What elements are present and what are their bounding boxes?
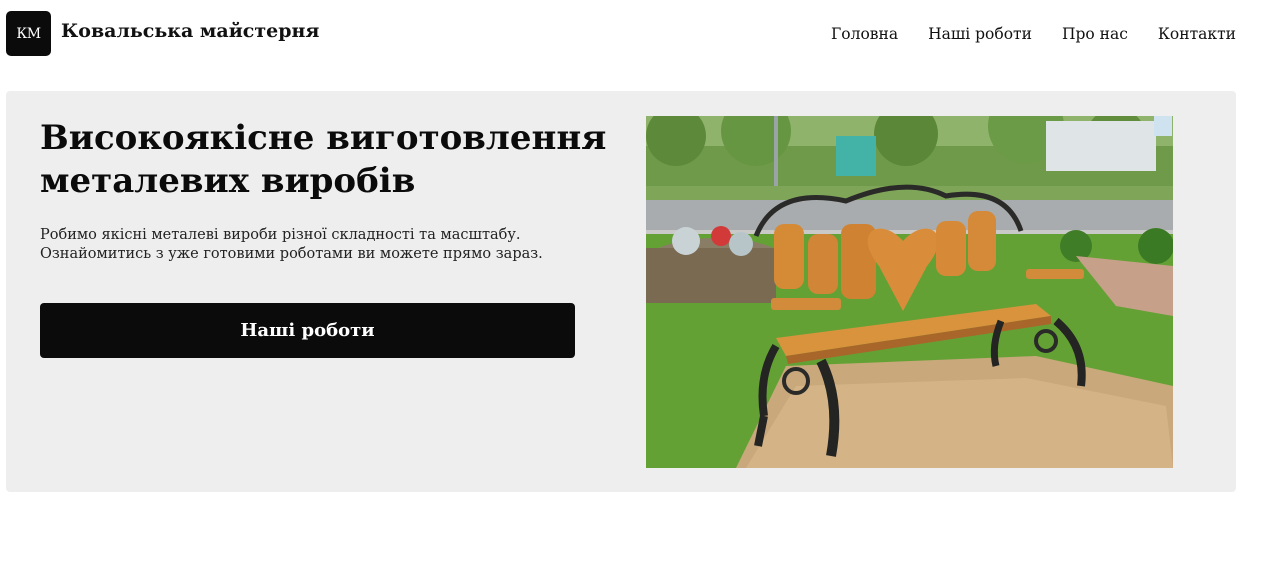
brand-name[interactable]: Ковальська майстерня [61, 20, 319, 42]
hero-title: Високоякісне виготовлення металевих виро… [40, 118, 607, 201]
logo-badge[interactable]: КМ [6, 11, 51, 56]
nav-link-home[interactable]: Головна [831, 25, 898, 43]
hero-image-bench [646, 116, 1173, 468]
main-nav: Головна Наші роботи Про нас Контакти [831, 25, 1236, 43]
hero-description-line-2: Ознайомитись з уже готовими роботами ви … [40, 246, 543, 262]
site-header: КМ Ковальська майстерня Головна Наші роб… [0, 0, 1268, 70]
nav-link-works[interactable]: Наші роботи [928, 25, 1032, 43]
hero-section: Високоякісне виготовлення металевих виро… [6, 91, 1236, 492]
nav-link-contacts[interactable]: Контакти [1158, 25, 1236, 43]
logo-text: КМ [16, 25, 41, 42]
nav-link-about[interactable]: Про нас [1062, 25, 1128, 43]
our-works-button[interactable]: Наші роботи [40, 303, 575, 358]
hero-description: Робимо якісні металеві вироби різної скл… [40, 226, 600, 264]
hero-description-line-1: Робимо якісні металеві вироби різної скл… [40, 227, 521, 243]
